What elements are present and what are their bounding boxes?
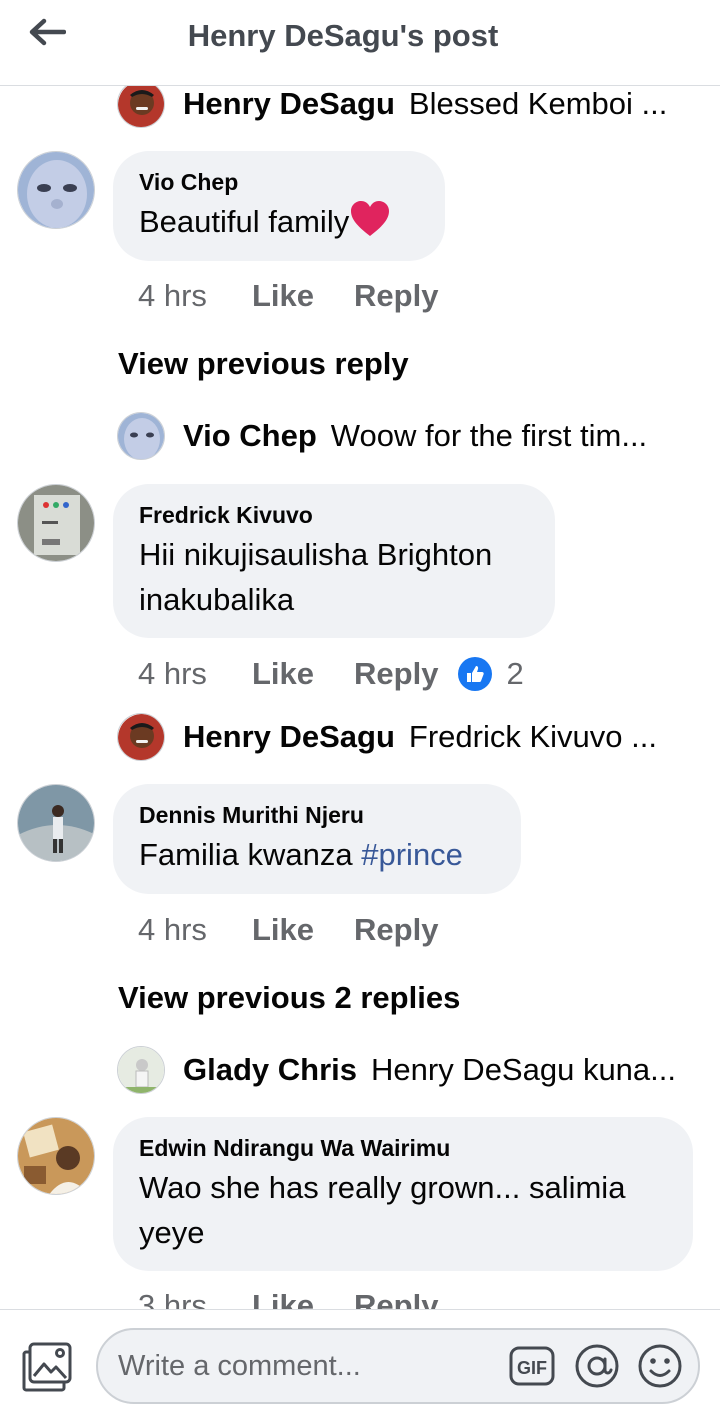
reply-text: Woow for the first tim... xyxy=(330,418,648,453)
comment-bubble[interactable]: Edwin Ndirangu Wa Wairimu Wao she has re… xyxy=(113,1117,693,1271)
reply-author[interactable]: Henry DeSagu xyxy=(183,719,395,755)
comment-author[interactable]: Dennis Murithi Njeru xyxy=(139,800,495,830)
reply-text: Fredrick Kivuvo ... xyxy=(408,719,657,754)
reply-button[interactable]: Reply xyxy=(354,1288,438,1309)
reply-text: Henry DeSagu kuna... xyxy=(371,1052,677,1087)
avatar[interactable] xyxy=(17,484,95,562)
comment-time: 4 hrs xyxy=(138,656,207,691)
comment-author[interactable]: Edwin Ndirangu Wa Wairimu xyxy=(139,1133,667,1163)
reply-button[interactable]: Reply xyxy=(354,278,438,314)
comment-time: 4 hrs xyxy=(138,912,207,947)
photo-button[interactable] xyxy=(20,1340,74,1394)
comment-actions: 3 hrs Like Reply xyxy=(138,1284,478,1309)
comment-author[interactable]: Vio Chep xyxy=(139,167,419,197)
like-button[interactable]: Like xyxy=(252,278,314,314)
reply-button[interactable]: Reply xyxy=(354,656,438,692)
comment-bubble[interactable]: Dennis Murithi Njeru Familia kwanza #pri… xyxy=(113,784,521,894)
comment-actions: 4 hrs Like Reply 2 xyxy=(138,652,524,696)
comment-text: Familia kwanza xyxy=(139,837,362,872)
top-bar: Henry DeSagu's post xyxy=(0,0,720,86)
view-previous-replies[interactable]: View previous reply xyxy=(118,346,409,382)
reply-author[interactable]: Henry DeSagu xyxy=(183,86,395,122)
comment-feed[interactable]: Henry DeSagu Blessed Kemboi ... Vio Chep… xyxy=(0,0,720,1309)
reply-author[interactable]: Glady Chris xyxy=(183,1052,357,1088)
avatar[interactable] xyxy=(17,1117,95,1195)
like-button[interactable]: Like xyxy=(252,912,314,948)
avatar[interactable] xyxy=(117,80,165,128)
reply-author[interactable]: Vio Chep xyxy=(183,418,317,454)
comment-author[interactable]: Fredrick Kivuvo xyxy=(139,500,529,530)
photo-icon xyxy=(20,1342,74,1398)
heart-icon xyxy=(349,200,391,250)
comment-bubble[interactable]: Fredrick Kivuvo Hii nikujisaulisha Brigh… xyxy=(113,484,555,638)
avatar[interactable] xyxy=(117,713,165,761)
page-title: Henry DeSagu's post xyxy=(187,18,499,53)
comment-time: 3 hrs xyxy=(138,1288,207,1309)
emoji-icon xyxy=(637,1343,683,1394)
reply-preview[interactable]: Vio Chep Woow for the first tim... xyxy=(117,412,697,460)
reply-text: Blessed Kemboi ... xyxy=(408,86,668,121)
comment-text: Beautiful family xyxy=(139,204,350,239)
reply-preview[interactable]: Glady Chris Henry DeSagu kuna... xyxy=(117,1046,697,1094)
like-reaction-icon[interactable] xyxy=(458,657,493,691)
comment-time: 4 hrs xyxy=(138,278,207,313)
comment-actions: 4 hrs Like Reply xyxy=(138,908,478,952)
avatar[interactable] xyxy=(17,151,95,229)
reply-preview[interactable]: Henry DeSagu Blessed Kemboi ... xyxy=(117,80,697,128)
avatar[interactable] xyxy=(17,784,95,862)
reply-preview[interactable]: Henry DeSagu Fredrick Kivuvo ... xyxy=(117,713,697,761)
emoji-button[interactable] xyxy=(638,1344,682,1390)
gif-button[interactable]: GIF xyxy=(509,1346,555,1391)
hashtag-link[interactable]: #prince xyxy=(361,837,463,872)
comment-input[interactable] xyxy=(118,1330,498,1402)
reply-button[interactable]: Reply xyxy=(354,912,438,948)
comment-text: Wao she has really grown... salimia yeye xyxy=(139,1170,626,1250)
svg-text:GIF: GIF xyxy=(517,1358,547,1378)
avatar[interactable] xyxy=(117,1046,165,1094)
comment-actions: 4 hrs Like Reply xyxy=(138,274,478,318)
comment-box[interactable]: GIF xyxy=(96,1328,700,1404)
view-previous-replies[interactable]: View previous 2 replies xyxy=(118,980,460,1016)
comment-composer: GIF xyxy=(0,1309,720,1411)
mention-button[interactable] xyxy=(575,1344,619,1390)
comment-bubble[interactable]: Vio Chep Beautiful family xyxy=(113,151,445,261)
mention-icon xyxy=(574,1343,620,1394)
avatar[interactable] xyxy=(117,412,165,460)
comment-text: Hii nikujisaulisha Brighton inakubalika xyxy=(139,537,493,617)
gif-icon: GIF xyxy=(509,1346,555,1391)
like-button[interactable]: Like xyxy=(252,656,314,692)
like-button[interactable]: Like xyxy=(252,1288,314,1309)
reaction-count[interactable]: 2 xyxy=(506,656,523,692)
